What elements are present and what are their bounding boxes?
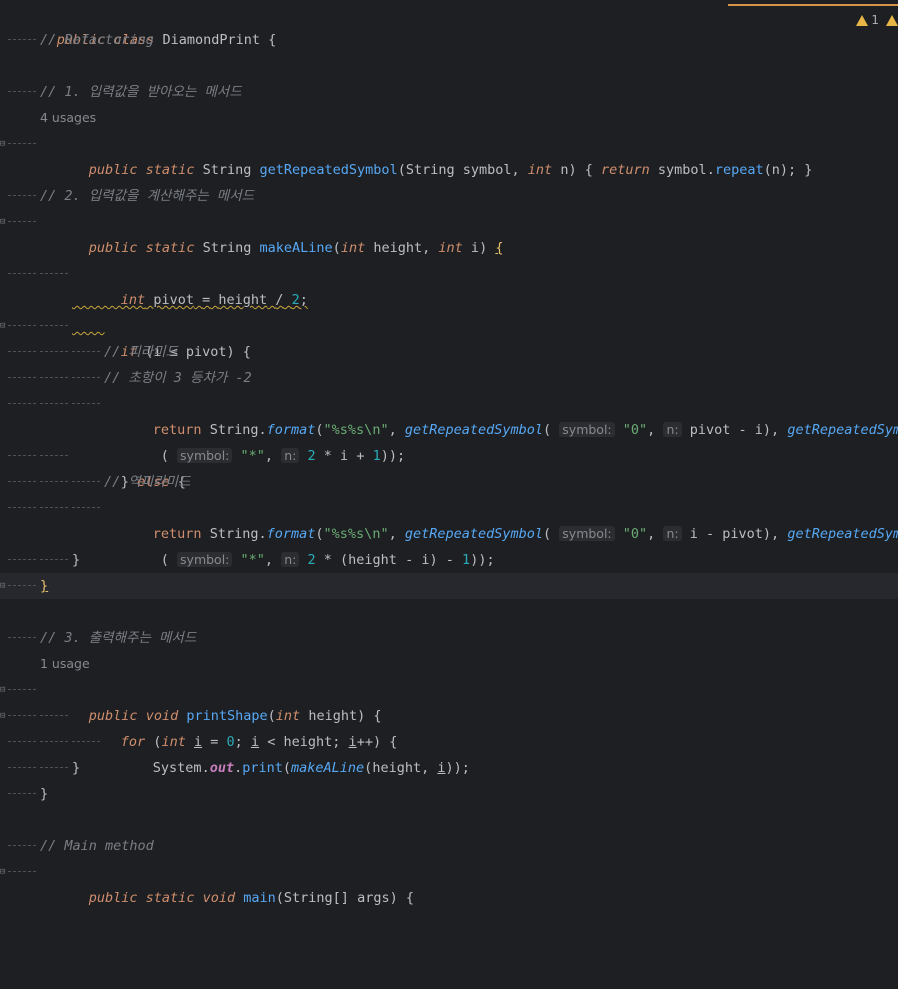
- code-line-19[interactable]: // 역피라미드: [0, 469, 898, 495]
- punct: ); }: [779, 162, 813, 178]
- code-line-25[interactable]: // 3. 출력해주는 메서드: [0, 625, 898, 651]
- fold-icon[interactable]: ⊟: [0, 712, 8, 721]
- code-line-20[interactable]: return String.format("%s%s\n", getRepeat…: [0, 495, 898, 542]
- comment: // 1. 입력값을 받아오는 메서드: [40, 84, 242, 100]
- code-line-9[interactable]: ⊟ public static String makeALine(int hei…: [0, 209, 898, 257]
- fold-icon[interactable]: ⊟: [0, 868, 8, 877]
- fold-icon[interactable]: ⊟: [0, 140, 8, 149]
- method-name: getRepeatedSymbol: [259, 162, 398, 178]
- operator: /: [275, 292, 284, 308]
- keyword: public static: [88, 240, 195, 256]
- comment: // 3. 출력해주는 메서드: [40, 630, 197, 646]
- fold-icon[interactable]: ⊟: [0, 686, 8, 695]
- fold-icon[interactable]: ⊟: [0, 218, 8, 227]
- usages-hint[interactable]: 1 usage: [40, 651, 90, 677]
- type: String: [202, 162, 252, 178]
- comment: // 초항이 3 등차가 -2: [104, 370, 252, 386]
- code-editor[interactable]: 1 public class DiamondPrint { // Refacto…: [0, 0, 898, 907]
- code-line-4[interactable]: // 1. 입력값을 받아오는 메서드: [0, 79, 898, 105]
- code-line-22[interactable]: }: [0, 547, 898, 573]
- code-line-33[interactable]: // Main method: [0, 833, 898, 859]
- code-line-6[interactable]: ⊟ public static String getRepeatedSymbol…: [0, 131, 898, 179]
- param: n: [560, 162, 569, 178]
- usages-hint[interactable]: 4 usages: [40, 105, 96, 131]
- keyword: return: [600, 162, 650, 178]
- type: String[]: [283, 890, 349, 906]
- param: symbol: [462, 162, 512, 178]
- code-line-15[interactable]: // 초항이 3 등차가 -2: [0, 365, 898, 391]
- param: height: [373, 240, 423, 256]
- type: String: [202, 240, 252, 256]
- param: i: [470, 240, 480, 256]
- code-line-14[interactable]: // 피라미드: [0, 339, 898, 365]
- type: String: [405, 162, 455, 178]
- comment: // Refactoring: [40, 32, 154, 48]
- keyword: void: [202, 890, 236, 906]
- var: n: [771, 162, 780, 178]
- code-line-16[interactable]: return String.format("%s%s\n", getRepeat…: [0, 391, 898, 438]
- keyword: public static: [88, 162, 195, 178]
- brace-highlight: }: [40, 578, 49, 594]
- comment: // Main method: [40, 838, 154, 854]
- method-name: makeALine: [259, 240, 333, 256]
- fold-icon[interactable]: ⊟: [0, 322, 8, 331]
- code-line-2[interactable]: // Refactoring: [0, 27, 898, 53]
- method-name: main: [243, 890, 276, 906]
- type: int: [340, 240, 366, 256]
- code-line-28[interactable]: ⊟ for (int i = 0; i < height; i++) {: [0, 703, 898, 751]
- code-line-13[interactable]: ⊟ if (i ≤ pivot) {: [0, 313, 898, 361]
- punct: ;: [299, 292, 308, 308]
- code-line-21[interactable]: ( symbol: "*", n: 2 * (height - i) - 1))…: [0, 521, 898, 568]
- code-line-8[interactable]: // 2. 입력값을 계산해주는 메서드: [0, 183, 898, 209]
- brace: }: [72, 760, 81, 776]
- code-line-5[interactable]: 4 usages: [0, 105, 898, 131]
- code-line-30[interactable]: }: [0, 755, 898, 781]
- code-line-34[interactable]: ⊟ public static void main(String[] args)…: [0, 859, 898, 907]
- code-line-23-current[interactable]: ⊟ }: [0, 573, 898, 599]
- code-line-29[interactable]: System.out.print(makeALine(height, i));: [0, 729, 898, 776]
- code-line-27[interactable]: ⊟ public void printShape(int height) {: [0, 677, 898, 725]
- code-line-17[interactable]: ( symbol: "*", n: 2 * i + 1));: [0, 417, 898, 464]
- type: int: [120, 292, 146, 308]
- fold-icon[interactable]: ⊟: [0, 582, 8, 591]
- var: height: [218, 292, 268, 308]
- code-line-18[interactable]: } else {: [0, 443, 898, 490]
- type: int: [527, 162, 553, 178]
- keyword: public static: [88, 890, 195, 906]
- brace: }: [40, 786, 49, 802]
- brace-highlight: {: [495, 240, 504, 256]
- number: 2: [291, 292, 300, 308]
- code-line-11[interactable]: int pivot = height / 2;: [0, 261, 898, 308]
- code-line-31[interactable]: }: [0, 781, 898, 807]
- operator: =: [202, 292, 211, 308]
- var: symbol: [657, 162, 707, 178]
- comment: // 역피라미드: [104, 474, 191, 490]
- code-line-26[interactable]: 1 usage: [0, 651, 898, 677]
- comment: // 2. 입력값을 계산해주는 메서드: [40, 188, 255, 204]
- var: pivot: [153, 292, 194, 308]
- brace: }: [72, 552, 81, 568]
- method-call: repeat: [714, 162, 764, 178]
- param: args: [357, 890, 390, 906]
- comment: // 피라미드: [104, 344, 179, 360]
- code-line-1[interactable]: public class DiamondPrint {: [0, 1, 898, 48]
- punct: ) {: [389, 890, 414, 906]
- type: int: [438, 240, 463, 256]
